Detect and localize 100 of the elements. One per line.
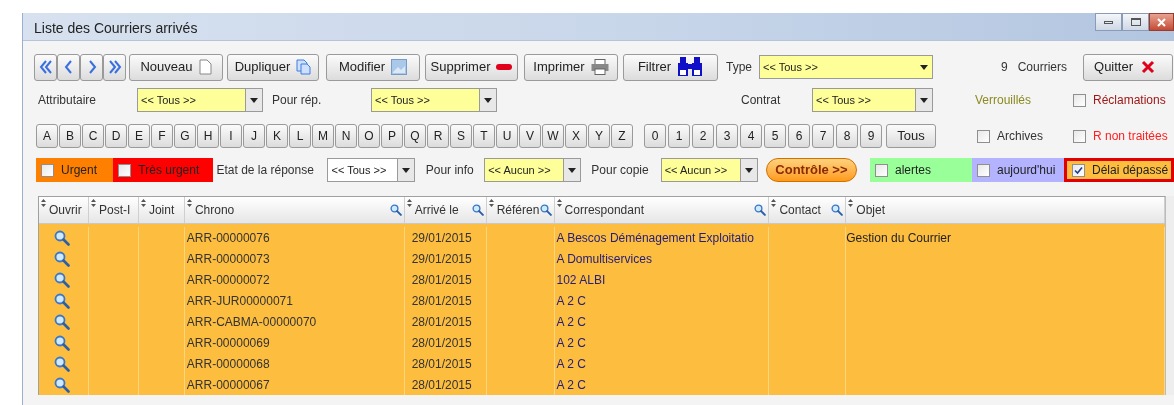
table-row[interactable]: ARR-JUR00000071 28/01/2015 A 2 C	[39, 290, 1165, 311]
dropdown[interactable]: << Tous >>	[371, 88, 497, 112]
flag-chip[interactable]: Délai dépassé	[1064, 158, 1174, 182]
table-row[interactable]: ARR-00000069 28/01/2015 A 2 C	[39, 332, 1165, 353]
last-button[interactable]	[103, 53, 126, 81]
letter-button[interactable]: J	[243, 124, 265, 148]
dropdown[interactable]: << Tous >>	[812, 88, 933, 112]
letter-button[interactable]: X	[565, 124, 587, 148]
table-row[interactable]: ARR-00000076 29/01/2015 A Bescos Déménagement Exploitatio Gestion du Courrier	[39, 224, 1165, 248]
checkbox[interactable]	[1073, 93, 1086, 107]
table-row[interactable]: ARR-00000067 28/01/2015 A 2 C	[39, 374, 1165, 395]
letter-button[interactable]: Q	[404, 124, 426, 148]
toolbar-button[interactable]: Modifier	[326, 53, 420, 81]
toolbar-button[interactable]: Supprimer	[425, 53, 518, 81]
first-button[interactable]	[34, 53, 57, 81]
digit-button[interactable]: 7	[812, 124, 834, 148]
search-icon	[471, 204, 484, 216]
letter-button[interactable]: G	[174, 124, 196, 148]
table-row[interactable]: ARR-00000072 28/01/2015 102 ALBI	[39, 269, 1165, 290]
toolbar-button[interactable]: Nouveau	[129, 53, 223, 81]
letter-button[interactable]: I	[220, 124, 242, 148]
column-header[interactable]: Joint	[138, 197, 185, 223]
letter-button[interactable]: E	[128, 124, 150, 148]
digit-button[interactable]: 1	[668, 124, 690, 148]
all-button[interactable]: Tous	[886, 124, 936, 148]
close-button[interactable]	[1149, 13, 1174, 31]
previous-button[interactable]	[57, 53, 80, 81]
checkbox[interactable]	[977, 129, 990, 143]
letter-button[interactable]: V	[519, 124, 541, 148]
letter-button[interactable]: P	[381, 124, 403, 148]
minimize-button[interactable]	[1095, 13, 1122, 31]
search-icon	[389, 204, 402, 216]
dropdown[interactable]: << Aucun >>	[484, 158, 582, 182]
checkbox[interactable]	[1073, 129, 1086, 143]
checkbox[interactable]	[875, 163, 888, 177]
next-button[interactable]	[80, 53, 103, 81]
caret-icon	[920, 97, 928, 103]
letter-button[interactable]: S	[450, 124, 472, 148]
letter-button[interactable]: H	[197, 124, 219, 148]
letter-button[interactable]: Y	[588, 124, 610, 148]
letter-button[interactable]: Z	[611, 124, 633, 148]
dropdown[interactable]: << Tous >>	[327, 158, 415, 182]
digit-button[interactable]: 8	[836, 124, 858, 148]
letter-button[interactable]: O	[358, 124, 380, 148]
table-row[interactable]: ARR-00000068 28/01/2015 A 2 C	[39, 353, 1165, 374]
dropdown[interactable]: << Tous >>	[759, 55, 933, 79]
letter-button[interactable]: F	[151, 124, 173, 148]
flag-chip[interactable]: Urgent	[36, 158, 114, 182]
digit-button[interactable]: 0	[644, 124, 666, 148]
letter-button[interactable]: C	[82, 124, 104, 148]
column-header[interactable]: Correspondant	[554, 197, 770, 223]
digit-button[interactable]: 2	[692, 124, 714, 148]
digit-button[interactable]: 3	[716, 124, 738, 148]
filter-label: Pour copie	[591, 162, 650, 179]
flag-chip[interactable]: alertes	[870, 158, 972, 182]
letter-button[interactable]: L	[289, 124, 311, 148]
flag-chip[interactable]: Très urgent	[113, 158, 214, 182]
letter-button[interactable]: A	[36, 124, 58, 148]
letter-button[interactable]: D	[105, 124, 127, 148]
table-row[interactable]: ARR-CABMA-00000070 28/01/2015 A 2 C	[39, 311, 1165, 332]
quit-button[interactable]: Quitter	[1083, 53, 1174, 81]
toolbar-button[interactable]: Filtrer	[623, 53, 718, 81]
checkbox[interactable]	[118, 163, 132, 177]
checkbox[interactable]	[41, 163, 54, 177]
letter-button[interactable]: M	[312, 124, 334, 148]
checkbox[interactable]	[1072, 163, 1085, 177]
checkbox[interactable]	[977, 163, 990, 177]
digit-button[interactable]: 4	[740, 124, 762, 148]
maximize-button[interactable]	[1122, 13, 1149, 31]
letter-button[interactable]: T	[473, 124, 495, 148]
column-header[interactable]: Arrivé le	[404, 197, 487, 223]
column-header[interactable]: Référen	[486, 197, 555, 223]
table-cell-text: A Bescos Déménagement Exploitatio	[555, 229, 754, 247]
filter-label: Pour info	[425, 162, 475, 179]
letter-button[interactable]: W	[542, 124, 564, 148]
table-row[interactable]: ARR-00000073 29/01/2015 A Domultiservices	[39, 248, 1165, 269]
letter-button[interactable]: U	[496, 124, 518, 148]
digit-button[interactable]: 5	[764, 124, 786, 148]
toolbar-button[interactable]: Dupliquer	[227, 53, 319, 81]
column-header[interactable]: Chrono	[184, 197, 405, 223]
dropdown[interactable]: << Tous >>	[137, 88, 263, 112]
control-button[interactable]: Contrôle >>	[765, 158, 857, 182]
flag-chip[interactable]: aujourd'hui	[972, 158, 1064, 182]
caret-icon	[250, 97, 258, 103]
search-icon	[831, 204, 844, 216]
column-header[interactable]: Post-I	[88, 197, 139, 223]
magnifier-icon	[54, 292, 70, 309]
letter-button[interactable]: K	[266, 124, 288, 148]
caret-icon	[484, 97, 492, 103]
digit-button[interactable]: 6	[788, 124, 810, 148]
dropdown[interactable]: << Aucun >>	[660, 158, 758, 182]
column-header[interactable]: Contact	[769, 197, 847, 223]
digit-button[interactable]: 9	[860, 124, 882, 148]
letter-button[interactable]: R	[427, 124, 449, 148]
column-header[interactable]: Ouvrir	[39, 197, 89, 223]
table-cell-text: 28/01/2015	[410, 334, 472, 352]
magnifier-icon	[54, 271, 70, 288]
letter-button[interactable]: N	[335, 124, 357, 148]
toolbar-button[interactable]: Imprimer	[524, 53, 618, 81]
letter-button[interactable]: B	[59, 124, 81, 148]
